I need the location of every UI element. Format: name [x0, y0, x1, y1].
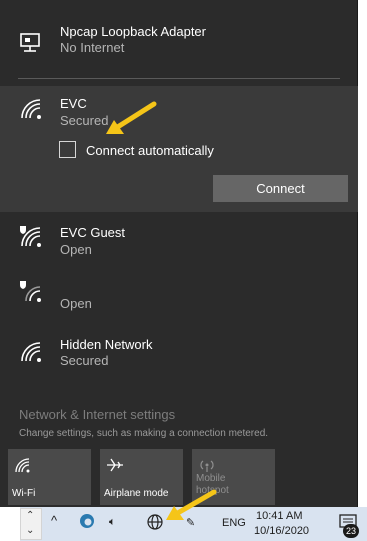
clock-date[interactable]: 10/16/2020: [254, 525, 309, 537]
page-edge: [0, 507, 20, 541]
network-item-hidden[interactable]: Hidden Network Secured: [0, 333, 358, 383]
edge-browser-icon[interactable]: [79, 513, 95, 529]
wifi-icon: [14, 457, 32, 473]
scroll-up-icon[interactable]: ⌃: [26, 510, 34, 521]
wifi-icon: [18, 96, 44, 122]
network-title: EVC Guest: [60, 225, 126, 240]
quick-action-label: Wi-Fi: [12, 488, 36, 499]
network-item-npcap[interactable]: Npcap Loopback Adapter No Internet: [0, 0, 358, 78]
network-status: Open: [60, 296, 92, 311]
annotation-arrow-icon: [166, 489, 217, 520]
network-title: Hidden Network: [60, 337, 153, 352]
wifi-icon: [18, 339, 44, 365]
speaker-icon[interactable]: 🔈︎: [109, 516, 116, 529]
quick-action-label: Airplane mode: [104, 488, 169, 499]
hotspot-icon: [198, 457, 216, 473]
scroll-buttons[interactable]: ⌃ ⌄: [20, 508, 42, 540]
network-flyout: Npcap Loopback Adapter No Internet EVC S…: [0, 0, 358, 507]
wifi-shield-icon: [18, 224, 44, 250]
language-indicator[interactable]: ENG: [222, 517, 246, 529]
network-item-unnamed[interactable]: Open: [0, 275, 358, 323]
network-title: Npcap Loopback Adapter: [60, 24, 206, 39]
show-hidden-icons-icon[interactable]: ^: [51, 513, 57, 528]
network-item-evc-guest[interactable]: EVC Guest Open: [0, 220, 358, 268]
network-settings-description: Change settings, such as making a connec…: [19, 428, 269, 439]
notification-badge: 23: [343, 524, 359, 538]
network-title: EVC: [60, 96, 87, 111]
annotation-arrow-icon: [106, 101, 157, 134]
clock-time[interactable]: 10:41 AM: [256, 510, 302, 522]
connect-automatically-checkbox[interactable]: [59, 141, 76, 158]
divider: [18, 78, 340, 79]
airplane-icon: [106, 457, 124, 473]
connect-button[interactable]: Connect: [213, 175, 348, 202]
scroll-down-icon[interactable]: ⌄: [26, 525, 34, 536]
network-status: Secured: [60, 353, 109, 368]
monitor-network-icon: [18, 30, 44, 56]
connect-automatically-label: Connect automatically: [86, 143, 214, 158]
wifi-toggle[interactable]: Wi-Fi: [8, 449, 91, 505]
network-settings-link[interactable]: Network & Internet settings: [19, 407, 175, 422]
network-status: No Internet: [60, 40, 125, 55]
wifi-shield-icon: [18, 279, 44, 305]
network-status: Open: [60, 242, 92, 257]
